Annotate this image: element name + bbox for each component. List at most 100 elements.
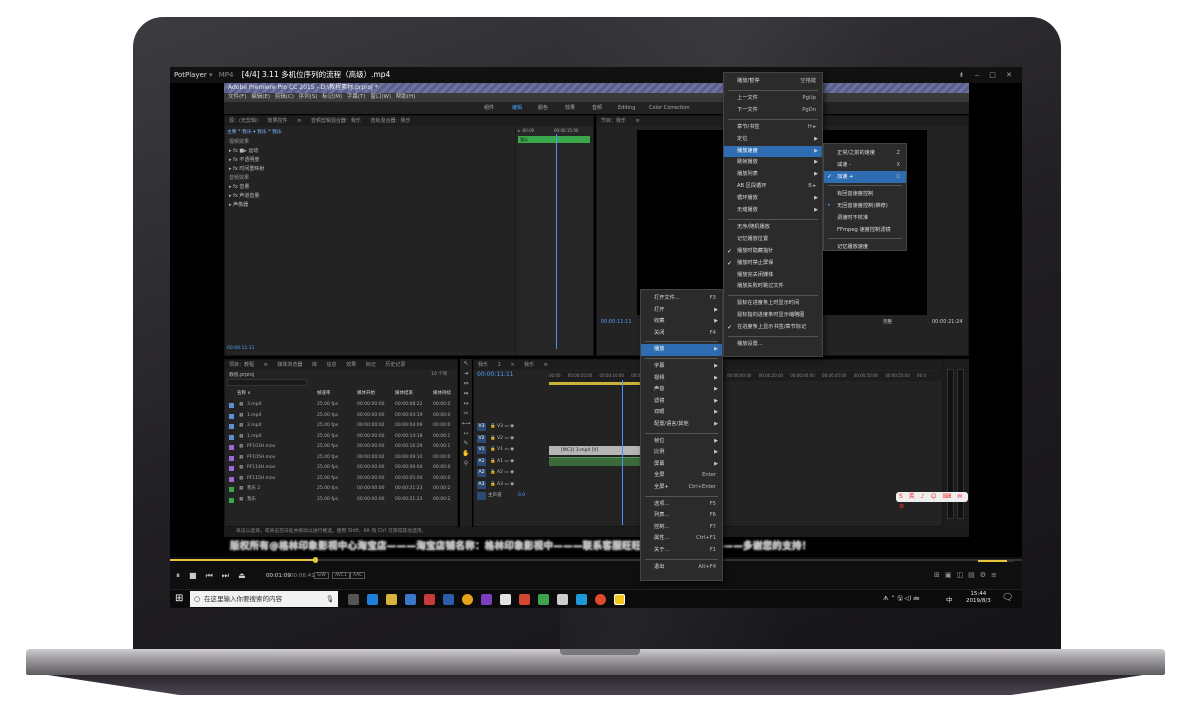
label-color-swatch[interactable]	[229, 455, 234, 461]
menu-item[interactable]: 帧位 ▶	[641, 436, 722, 448]
codec-tag[interactable]: AVC1	[332, 572, 350, 579]
effect-row[interactable]: ▸ fx 时间重映射	[229, 165, 264, 172]
file-explorer-icon[interactable]	[386, 594, 397, 605]
app-icon[interactable]	[424, 594, 435, 605]
effect-row[interactable]: ▸ fx 音量	[229, 183, 249, 190]
column-duration[interactable]: 媒体持续	[433, 389, 451, 399]
workspace-tab[interactable]: 组件	[484, 102, 494, 114]
label-color-swatch[interactable]	[229, 487, 234, 492]
menu-item[interactable]: 在进度条上显示书签/章节标记 ✓	[724, 322, 822, 334]
menu-item[interactable]: 播放速度 ▶	[724, 145, 822, 158]
menu-item[interactable]: 配置/语言/其他 ▶	[641, 419, 722, 431]
chrome-icon[interactable]	[462, 594, 473, 605]
potplayer-brand[interactable]: PotPlayer	[174, 71, 207, 79]
app-icon[interactable]	[576, 594, 587, 605]
edge-icon[interactable]	[367, 594, 378, 605]
system-tray[interactable]: ᗑ ⌃ 🖫 ◁) 🖮	[883, 594, 919, 604]
work-area-bar[interactable]	[549, 382, 649, 385]
potplayer-titlebar[interactable]: PotPlayer ▾ MP4 [4/4] 3.11 多机位序列的流程（高级）.…	[170, 67, 1022, 83]
menu-item[interactable]: 加速 + ✓ C	[824, 171, 906, 183]
3d-icon[interactable]: ⊞	[934, 571, 945, 579]
track-target-toggle[interactable]	[477, 492, 486, 500]
menu-item[interactable]: 声音 ▶	[641, 384, 722, 396]
hand-tool-icon[interactable]: ✋	[460, 449, 472, 459]
menu-item[interactable]: 滤镜 ▶	[641, 396, 722, 408]
label-color-swatch[interactable]	[229, 434, 234, 440]
project-search[interactable]	[227, 379, 307, 386]
menu-item[interactable]: 打开 ▶	[641, 305, 722, 317]
workspace-tab[interactable]: 音频	[592, 102, 602, 114]
codec-tag[interactable]: AAC	[350, 572, 366, 579]
playlist-icon[interactable]: ▤	[968, 571, 980, 579]
eject-icon[interactable]: ⏏	[238, 571, 255, 580]
video-clip[interactable]: [MC1] 3.mp4 [V]	[549, 446, 645, 455]
menu-item[interactable]: 章节/书签 H ▸	[724, 122, 822, 134]
menu-item[interactable]: 收藏 ▶	[641, 316, 722, 328]
rolling-edit-icon[interactable]: ⇹	[460, 389, 472, 399]
menu-item[interactable]: 循环播放 ▶	[724, 193, 822, 205]
mic-icon[interactable]: 🎙	[326, 591, 334, 607]
menu-icon[interactable]: ≡	[991, 571, 1002, 579]
menu-item[interactable]: 调速时不校准	[824, 212, 906, 224]
track-target-toggle[interactable]: A2	[477, 469, 486, 477]
menu-item[interactable]: 无回音速度控制(推荐) •	[824, 200, 906, 212]
menu-item[interactable]: 全屏+ Ctrl+Enter	[641, 482, 722, 494]
menu-item[interactable]: 播放列表 ▶	[724, 169, 822, 181]
effect-row[interactable]: ▸ fx ■▸ 运动	[229, 147, 258, 154]
menu-item[interactable]: FFmpeg 速度控制滤镜	[824, 224, 906, 236]
clock[interactable]: 15:44 2019/8/3	[966, 591, 991, 605]
windows-start-icon[interactable]: ⊞	[175, 593, 183, 604]
effect-clip-bar[interactable]: 我乐	[518, 136, 590, 143]
menu-item[interactable]: 视频 ▶	[641, 373, 722, 385]
app-icon[interactable]	[519, 594, 530, 605]
premiere-menubar[interactable]: 文件(F) 编辑(E) 剪辑(C) 序列(S) 标记(M) 字幕(T) 窗口(W…	[224, 93, 969, 102]
track-select-icon[interactable]: ⇥	[460, 369, 472, 379]
playhead[interactable]	[622, 380, 623, 525]
track-target-toggle[interactable]: A1	[477, 457, 486, 466]
project-item-row[interactable]: ▦ PF105H.mov 25.00 fps 00:00:00:00 00:00:09:…	[225, 453, 457, 463]
track-header[interactable]: 主声道 0.0	[474, 491, 549, 501]
stop-icon[interactable]: ■	[189, 571, 206, 580]
window-controls[interactable]: ⇟ ‒ □ ✕	[959, 67, 1016, 83]
search-box[interactable]: ○ 在这里输入你要搜索的内容 🎙	[190, 591, 338, 607]
app-icon[interactable]	[500, 594, 511, 605]
menu-item[interactable]: 播放失败时跳过文件	[724, 281, 822, 293]
project-item-row[interactable]: ▦ 1.mp4 25.00 fps 00:00:00:00 00:00:04:19 00:…	[225, 411, 457, 421]
audio-clip[interactable]	[549, 457, 645, 466]
menu-item[interactable]: 记忆播放位置	[724, 234, 822, 246]
track-header[interactable]: V2 🔒 V2 ▭ ◉	[474, 434, 549, 444]
menu-item[interactable]: 退出 Alt+F4	[641, 562, 722, 574]
slip-tool-icon[interactable]: ⟷	[460, 419, 472, 429]
track-header[interactable]: V3 🔒 V3 ▭ ◉	[474, 422, 549, 432]
mail-icon[interactable]	[557, 594, 568, 605]
column-start[interactable]: 媒体开始	[357, 389, 375, 399]
ime-toolbar[interactable]: S 英 ♪ ☺ ⌨ ✉ ⚙	[896, 492, 968, 510]
project-item-row[interactable]: ▦ 我乐 2 25.00 fps 00:00:00:00 00:00:21:23 00:0…	[225, 484, 457, 494]
next-icon[interactable]: ⏭	[222, 571, 238, 580]
column-fps[interactable]: 帧速率	[317, 389, 331, 399]
fit-dropdown[interactable]: 完整	[883, 319, 892, 325]
menu-item[interactable]: 跳帧播放 ▶	[724, 157, 822, 169]
track-header[interactable]: V1 🔒 V1 ▭ ◉	[474, 445, 549, 455]
ripple-edit-icon[interactable]: ⇔	[460, 379, 472, 389]
effect-row[interactable]: ▸ 声像器	[229, 201, 248, 208]
ime-indicator[interactable]: 中	[946, 594, 953, 604]
column-name[interactable]: 名称 ∧	[237, 389, 251, 399]
project-item-row[interactable]: ▦ PF114H.mov 25.00 fps 00:00:00:00 00:00:09:…	[225, 463, 457, 473]
project-item-row[interactable]: ▦ 2.mp4 25.00 fps 00:00:00:00 00:00:04:09 00:…	[225, 421, 457, 431]
select-tool-icon[interactable]: ↖	[460, 359, 472, 369]
menu-item[interactable]: 记忆播放速度	[824, 241, 906, 253]
menu-item[interactable]: 播放设置...	[724, 339, 822, 351]
label-color-swatch[interactable]	[229, 424, 234, 429]
razor-icon[interactable]: ✂	[460, 409, 472, 419]
notification-icon[interactable]: 🗨	[1002, 593, 1013, 603]
volume-track[interactable]	[978, 560, 1014, 562]
app-icon[interactable]	[481, 594, 492, 605]
store-icon[interactable]	[405, 594, 416, 605]
menu-item[interactable]: 关于... F1	[641, 545, 722, 557]
menu-item[interactable]: AB 区段循环 B ▸	[724, 181, 822, 193]
menu-item[interactable]: 比例 ▶	[641, 447, 722, 459]
menu-item[interactable]: 正常/之前的速度 Z	[824, 147, 906, 159]
workspace-tab[interactable]: 效果	[565, 102, 575, 114]
project-item-row[interactable]: ▦ 1.mp4 25.00 fps 00:00:00:00 00:00:14:18 00:…	[225, 432, 457, 442]
